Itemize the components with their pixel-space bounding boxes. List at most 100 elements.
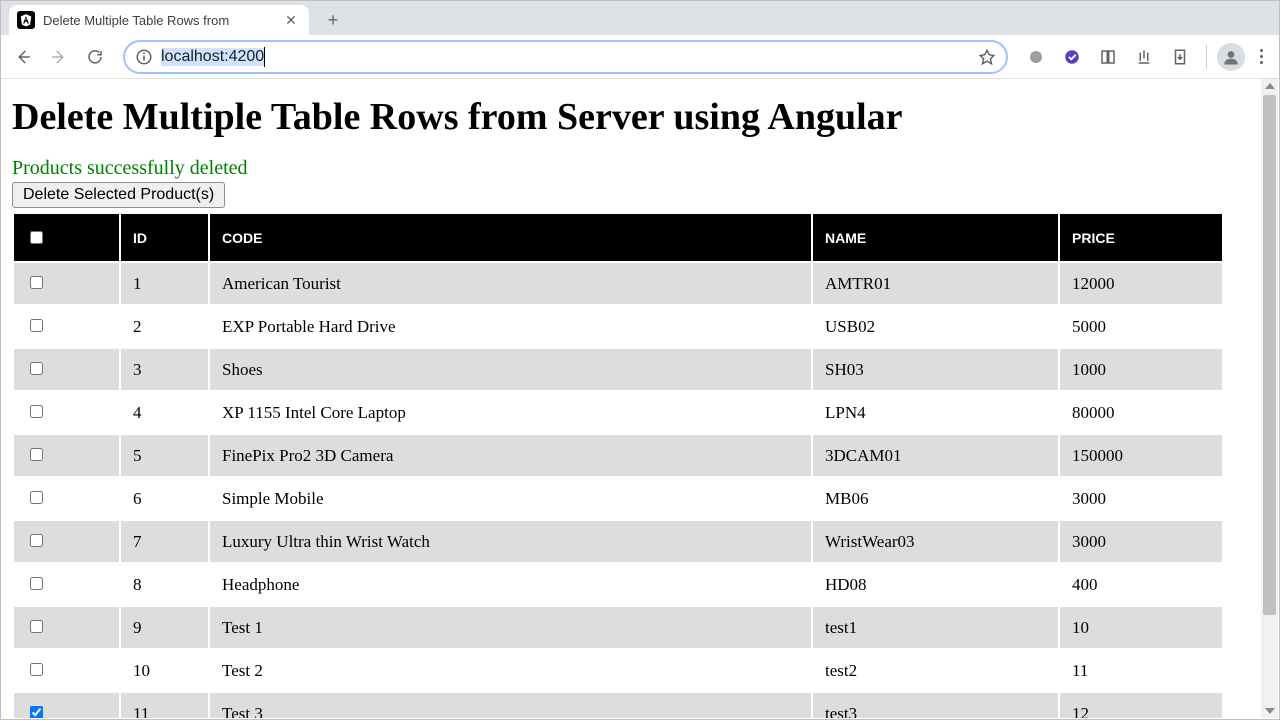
- back-button[interactable]: [7, 41, 39, 73]
- row-checkbox[interactable]: [30, 319, 43, 332]
- header-id: ID: [121, 214, 208, 261]
- profile-avatar[interactable]: [1217, 43, 1245, 71]
- site-info-icon[interactable]: [135, 48, 153, 66]
- header-code: CODE: [210, 214, 811, 261]
- cell-id: 10: [121, 650, 208, 691]
- cell-name: LPN4: [813, 392, 1058, 433]
- cell-name: SH03: [813, 349, 1058, 390]
- table-row: 9Test 1test110: [14, 607, 1222, 648]
- cell-price: 12: [1060, 693, 1222, 718]
- cell-id: 6: [121, 478, 208, 519]
- table-row: 11Test 3test312: [14, 693, 1222, 718]
- row-checkbox[interactable]: [30, 577, 43, 590]
- status-message: Products successfully deleted: [12, 157, 1251, 180]
- row-checkbox[interactable]: [30, 706, 43, 718]
- header-name: NAME: [813, 214, 1058, 261]
- bookmark-star-icon[interactable]: [978, 48, 996, 66]
- products-table: ID CODE NAME PRICE 1American TouristAMTR…: [12, 212, 1224, 718]
- table-row: 10Test 2test211: [14, 650, 1222, 691]
- tab-strip: Delete Multiple Table Rows from ✕ +: [1, 1, 1279, 35]
- cell-id: 11: [121, 693, 208, 718]
- cell-id: 5: [121, 435, 208, 476]
- cell-id: 9: [121, 607, 208, 648]
- cell-name: 3DCAM01: [813, 435, 1058, 476]
- cell-code: FinePix Pro2 3D Camera: [210, 435, 811, 476]
- browser-menu-button[interactable]: [1249, 49, 1273, 64]
- browser-window: Delete Multiple Table Rows from ✕ + loca…: [0, 0, 1280, 720]
- cell-code: Shoes: [210, 349, 811, 390]
- page-content: Delete Multiple Table Rows from Server u…: [2, 79, 1261, 718]
- extension-icon-2[interactable]: [1056, 41, 1088, 73]
- header-price: PRICE: [1060, 214, 1222, 261]
- row-checkbox[interactable]: [30, 276, 43, 289]
- table-header-row: ID CODE NAME PRICE: [14, 214, 1222, 261]
- address-bar-container: localhost:4200: [123, 40, 1008, 74]
- cell-code: Simple Mobile: [210, 478, 811, 519]
- cell-id: 3: [121, 349, 208, 390]
- extension-icon-1[interactable]: [1020, 41, 1052, 73]
- header-checkbox-cell: [14, 214, 119, 261]
- cell-id: 8: [121, 564, 208, 605]
- angular-favicon: [17, 11, 35, 29]
- extension-icon-3[interactable]: [1092, 41, 1124, 73]
- cell-name: MB06: [813, 478, 1058, 519]
- vertical-scrollbar[interactable]: [1261, 79, 1278, 718]
- address-bar[interactable]: localhost:4200: [123, 40, 1008, 74]
- text-cursor-icon: [264, 47, 265, 67]
- row-checkbox[interactable]: [30, 620, 43, 633]
- row-checkbox[interactable]: [30, 405, 43, 418]
- cell-price: 3000: [1060, 521, 1222, 562]
- cell-price: 3000: [1060, 478, 1222, 519]
- cell-name: HD08: [813, 564, 1058, 605]
- cell-price: 5000: [1060, 306, 1222, 347]
- browser-tab[interactable]: Delete Multiple Table Rows from ✕: [9, 5, 309, 35]
- table-row: 4XP 1155 Intel Core LaptopLPN480000: [14, 392, 1222, 433]
- extension-icon-5[interactable]: [1164, 41, 1196, 73]
- cell-name: AMTR01: [813, 263, 1058, 304]
- cell-name: test3: [813, 693, 1058, 718]
- new-tab-button[interactable]: +: [319, 6, 347, 34]
- row-checkbox[interactable]: [30, 491, 43, 504]
- cell-price: 12000: [1060, 263, 1222, 304]
- table-row: 6Simple MobileMB063000: [14, 478, 1222, 519]
- cell-name: WristWear03: [813, 521, 1058, 562]
- delete-selected-button[interactable]: Delete Selected Product(s): [12, 182, 225, 208]
- cell-code: Test 3: [210, 693, 811, 718]
- browser-toolbar: localhost:4200: [1, 35, 1279, 79]
- row-checkbox[interactable]: [30, 663, 43, 676]
- url-text: localhost:4200: [161, 47, 265, 67]
- cell-price: 400: [1060, 564, 1222, 605]
- page-heading: Delete Multiple Table Rows from Server u…: [12, 95, 1251, 139]
- toolbar-divider: [1206, 45, 1207, 69]
- cell-price: 11: [1060, 650, 1222, 691]
- cell-code: Luxury Ultra thin Wrist Watch: [210, 521, 811, 562]
- cell-code: American Tourist: [210, 263, 811, 304]
- table-row: 1American TouristAMTR0112000: [14, 263, 1222, 304]
- cell-name: test1: [813, 607, 1058, 648]
- tab-title: Delete Multiple Table Rows from: [43, 13, 275, 28]
- row-checkbox[interactable]: [30, 534, 43, 547]
- cell-code: Test 1: [210, 607, 811, 648]
- cell-price: 1000: [1060, 349, 1222, 390]
- forward-button[interactable]: [43, 41, 75, 73]
- close-tab-icon[interactable]: ✕: [283, 12, 299, 28]
- scrollbar-thumb[interactable]: [1263, 95, 1276, 615]
- table-row: 5FinePix Pro2 3D Camera3DCAM01150000: [14, 435, 1222, 476]
- row-checkbox[interactable]: [30, 448, 43, 461]
- cell-name: test2: [813, 650, 1058, 691]
- reload-button[interactable]: [79, 41, 111, 73]
- cell-code: Headphone: [210, 564, 811, 605]
- select-all-checkbox[interactable]: [30, 231, 43, 244]
- table-row: 2EXP Portable Hard DriveUSB025000: [14, 306, 1222, 347]
- viewport: Delete Multiple Table Rows from Server u…: [2, 79, 1278, 718]
- cell-price: 150000: [1060, 435, 1222, 476]
- cell-id: 7: [121, 521, 208, 562]
- cell-id: 4: [121, 392, 208, 433]
- row-checkbox[interactable]: [30, 362, 43, 375]
- extension-icon-4[interactable]: [1128, 41, 1160, 73]
- table-row: 7Luxury Ultra thin Wrist WatchWristWear0…: [14, 521, 1222, 562]
- cell-code: Test 2: [210, 650, 811, 691]
- cell-price: 10: [1060, 607, 1222, 648]
- table-row: 3ShoesSH031000: [14, 349, 1222, 390]
- cell-name: USB02: [813, 306, 1058, 347]
